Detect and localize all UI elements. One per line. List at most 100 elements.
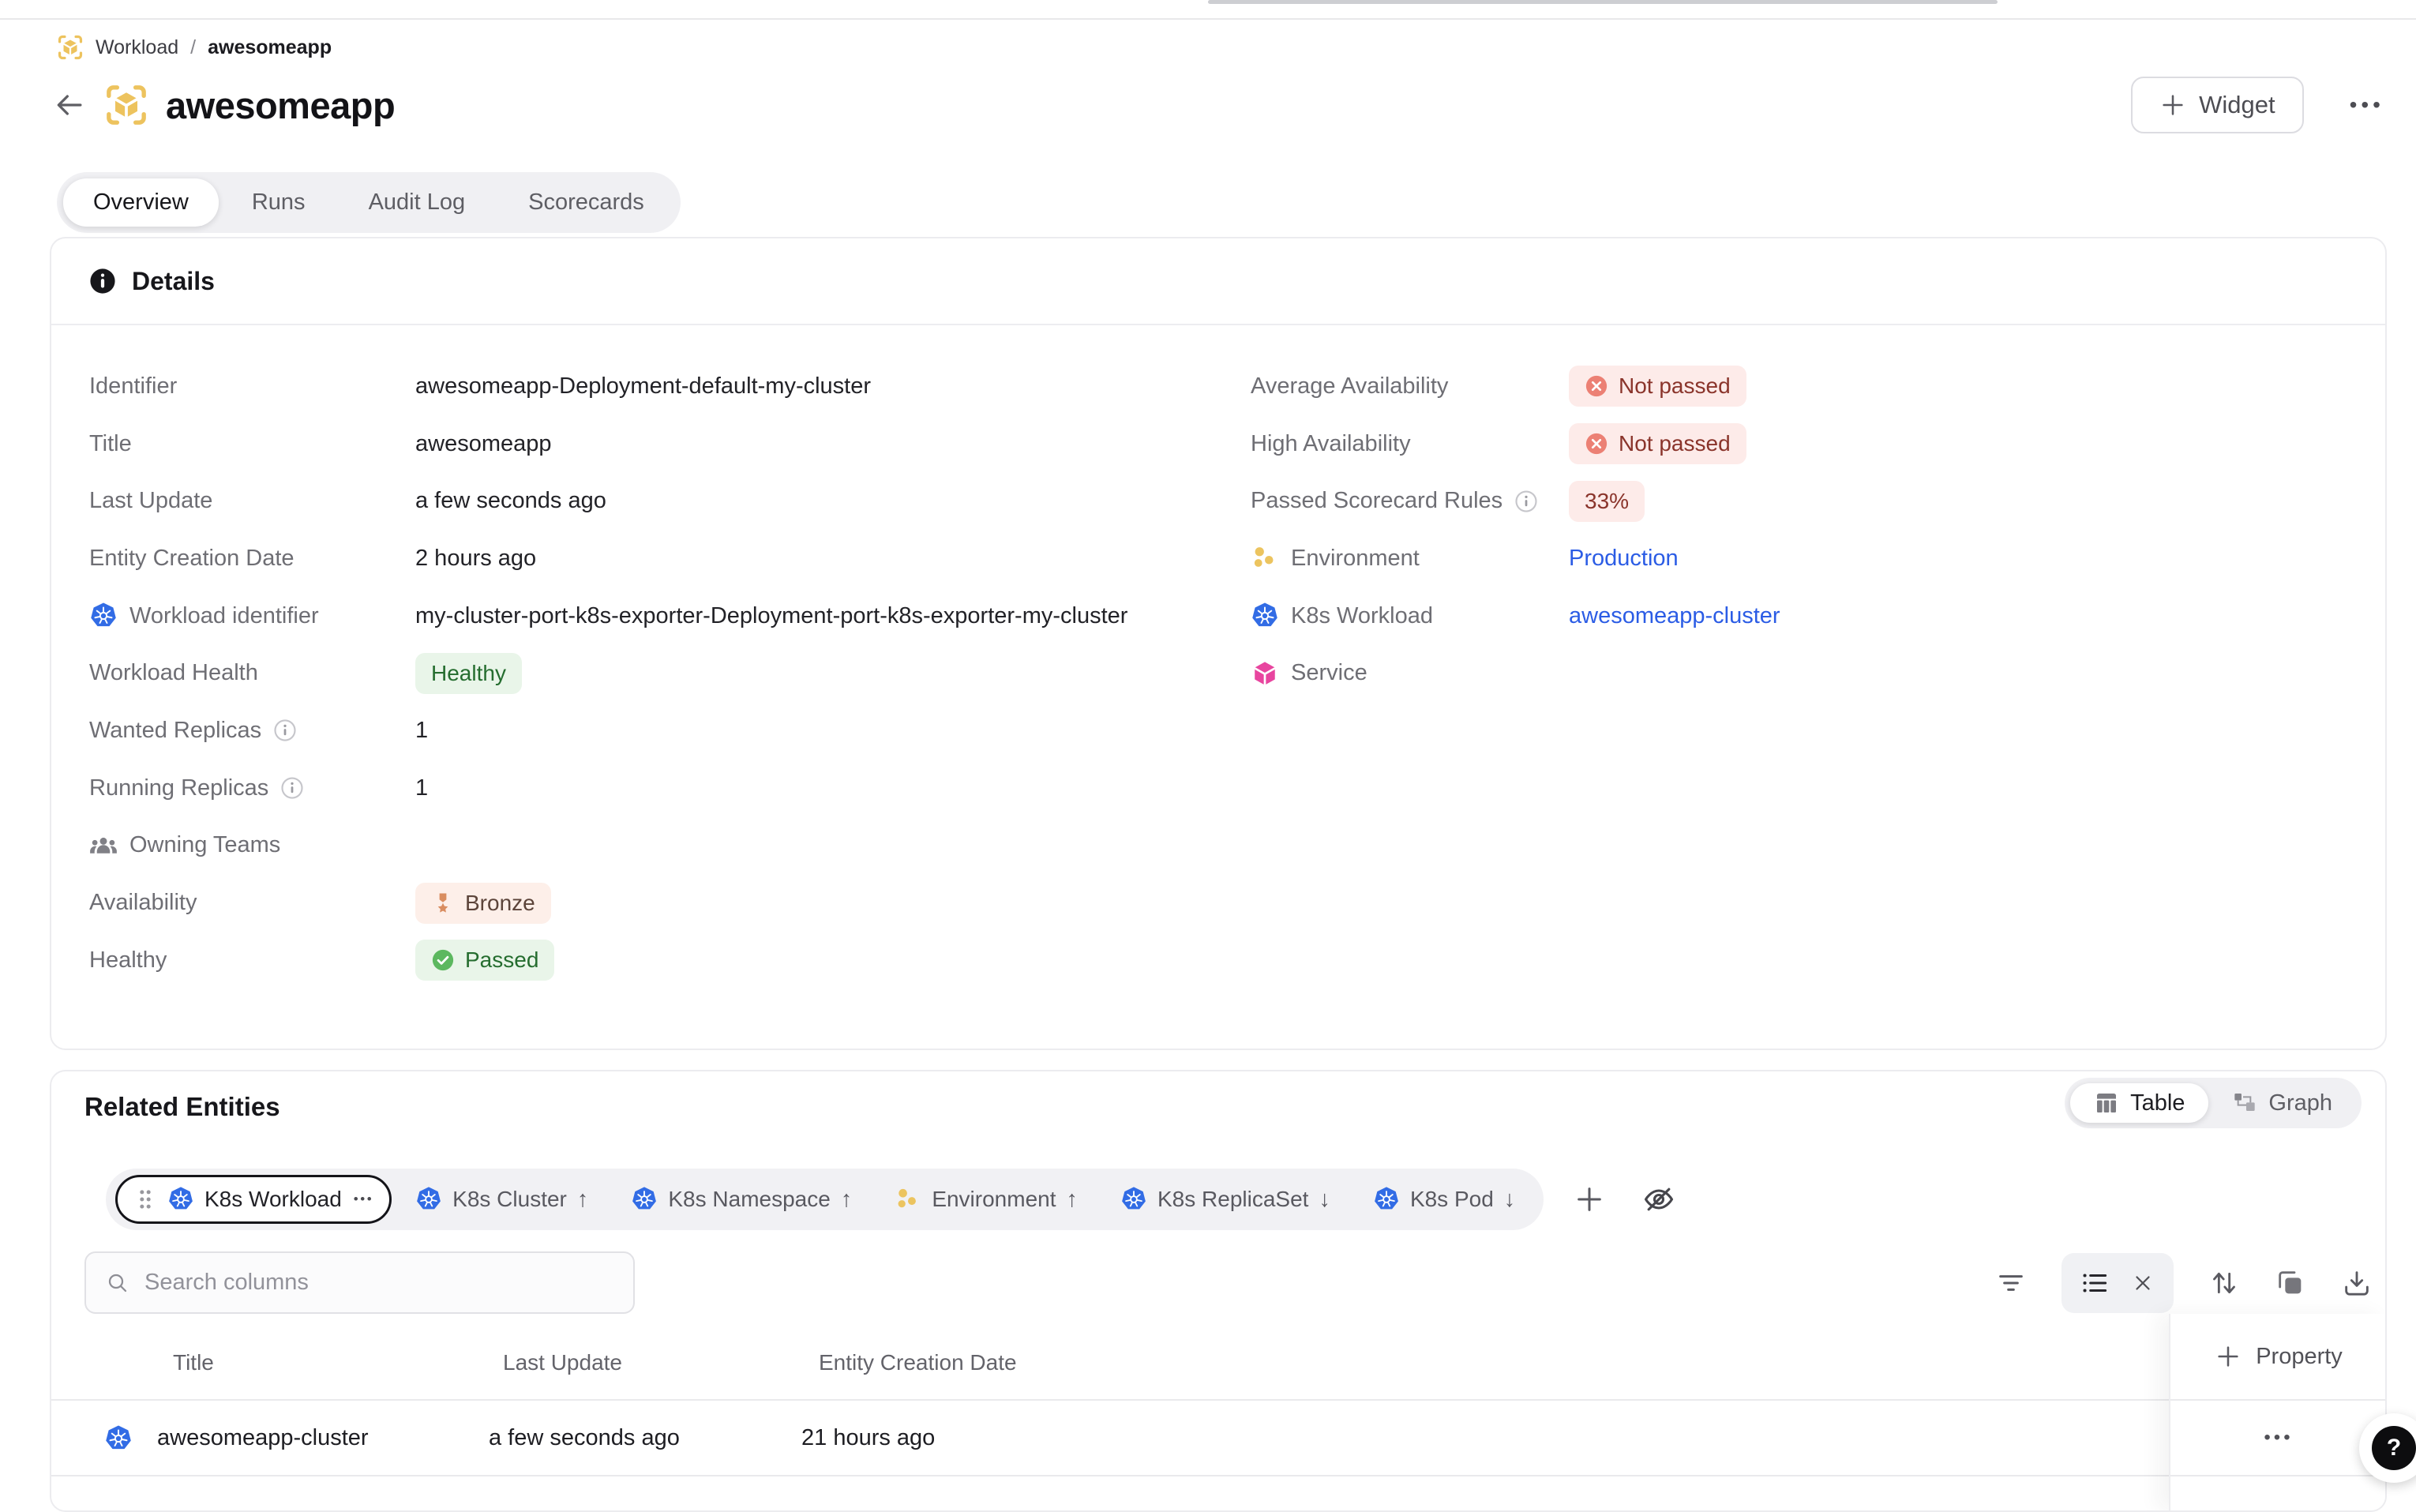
relation-chip-k8s-workload[interactable]: K8s Workload••• — [115, 1175, 392, 1224]
field-value: awesomeapp-cluster — [1569, 603, 1780, 629]
entity-link[interactable]: Production — [1569, 546, 1679, 572]
tab-audit-log[interactable]: Audit Log — [339, 178, 496, 227]
field-label: Healthy — [89, 947, 415, 974]
field-value: a few seconds ago — [415, 488, 606, 514]
top-divider — [0, 18, 2416, 20]
eye-off-icon[interactable] — [1641, 1182, 1676, 1217]
field-label-text: K8s Workload — [1291, 603, 1433, 629]
sort-icon[interactable] — [2208, 1267, 2240, 1299]
details-left-column: Identifierawesomeapp-Deployment-default-… — [89, 358, 1218, 989]
table-body: awesomeapp-clustera few seconds ago21 ho… — [51, 1401, 2169, 1512]
field-value: awesomeapp-Deployment-default-my-cluster — [415, 373, 871, 400]
field-label-text: Workload Health — [89, 660, 258, 686]
add-property-button[interactable]: Property — [2170, 1314, 2387, 1401]
status-badge: Healthy — [415, 653, 522, 694]
column-header-last-update[interactable]: Last Update — [503, 1326, 622, 1399]
entity-link[interactable]: awesomeapp-cluster — [1569, 603, 1780, 629]
field-label: Environment — [1251, 544, 1569, 572]
detail-row-running-replicas: Running Replicas1 — [89, 760, 1218, 817]
field-value: 33% — [1569, 481, 1645, 522]
status-badge: 33% — [1569, 481, 1645, 522]
info-outline-icon[interactable] — [273, 718, 297, 742]
detail-row-healthy: Healthy Passed — [89, 932, 1218, 989]
field-label-text: Service — [1291, 660, 1367, 686]
field-value-text: 2 hours ago — [415, 546, 536, 572]
relation-chips-bar: K8s Workload•••K8s Cluster↑K8s Namespace… — [106, 1169, 1544, 1230]
add-relation-icon[interactable] — [1574, 1184, 1605, 1215]
toggle-label: Table — [2130, 1090, 2185, 1116]
detail-row-title: Titleawesomeapp — [89, 415, 1218, 473]
row-entity-creation-date: 21 hours ago — [801, 1401, 935, 1475]
table-side-panel: Property ••• — [2169, 1314, 2387, 1510]
details-section-title: Details — [132, 267, 215, 296]
row-title-link[interactable]: awesomeapp-cluster — [157, 1401, 369, 1475]
k8s-icon — [631, 1186, 658, 1213]
drag-handle-icon[interactable] — [133, 1187, 157, 1211]
detail-row-workload-identifier: Workload identifiermy-cluster-port-k8s-e… — [89, 587, 1218, 645]
list-view-icon[interactable] — [2080, 1268, 2110, 1298]
detail-row-workload-health: Workload Health Healthy — [89, 644, 1218, 702]
chip-label-text: Environment — [932, 1187, 1056, 1212]
chip-more-menu[interactable]: ••• — [354, 1191, 373, 1207]
relation-chip-k8s-pod[interactable]: K8s Pod↓ — [1354, 1175, 1534, 1224]
page-title: awesomeapp — [166, 84, 395, 127]
row-actions-button[interactable]: ••• — [2170, 1401, 2387, 1476]
tabs: OverviewRunsAudit LogScorecards — [57, 172, 681, 233]
download-icon[interactable] — [2341, 1267, 2373, 1299]
direction-down-icon: ↓ — [1504, 1187, 1516, 1213]
page-more-menu-button[interactable]: ••• — [2350, 92, 2384, 118]
back-button[interactable] — [49, 84, 92, 126]
group-by-pill — [2061, 1253, 2174, 1313]
status-badge: Passed — [415, 940, 554, 981]
close-icon[interactable] — [2131, 1271, 2155, 1295]
field-label-text: Healthy — [89, 947, 167, 974]
view-toggle-graph[interactable]: Graph — [2208, 1083, 2356, 1123]
detail-row-high-availability: High AvailabilityNot passed — [1251, 415, 2356, 473]
field-value: 1 — [415, 775, 428, 801]
field-label: Wanted Replicas — [89, 718, 415, 744]
detail-row-entity-creation-date: Entity Creation Date2 hours ago — [89, 530, 1218, 587]
tab-runs[interactable]: Runs — [222, 178, 336, 227]
add-widget-button[interactable]: Widget — [2131, 77, 2303, 133]
toggle-label: Graph — [2268, 1090, 2332, 1116]
column-header-title[interactable]: Title — [173, 1326, 214, 1399]
direction-up-icon: ↑ — [841, 1187, 853, 1213]
add-property-label: Property — [2256, 1344, 2343, 1370]
info-outline-icon[interactable] — [1514, 490, 1538, 513]
field-label: Title — [89, 431, 415, 457]
field-label-text: Owning Teams — [129, 832, 280, 858]
relation-chip-k8s-replicaset[interactable]: K8s ReplicaSet↓ — [1101, 1175, 1349, 1224]
field-value-text: a few seconds ago — [415, 488, 606, 514]
table-row[interactable]: awesomeapp-clustera few seconds ago21 ho… — [51, 1401, 2169, 1476]
field-label: Entity Creation Date — [89, 546, 415, 572]
relation-chip-k8s-namespace[interactable]: K8s Namespace↑ — [612, 1175, 871, 1224]
field-value: Production — [1569, 546, 1679, 572]
search-columns-input[interactable] — [144, 1270, 614, 1296]
breadcrumb-blueprint[interactable]: Workload — [96, 36, 178, 59]
chip-label-text: K8s ReplicaSet — [1157, 1187, 1308, 1212]
horizontal-scrollbar[interactable] — [1208, 0, 1998, 4]
tab-scorecards[interactable]: Scorecards — [498, 178, 674, 227]
column-header-entity-creation-date[interactable]: Entity Creation Date — [819, 1326, 1017, 1399]
info-outline-icon[interactable] — [280, 776, 304, 800]
medal-icon — [431, 891, 455, 915]
relation-chip-environment[interactable]: Environment↑ — [876, 1175, 1097, 1224]
field-label-text: Workload identifier — [129, 603, 319, 629]
detail-row-availability: AvailabilityBronze — [89, 874, 1218, 932]
tab-overview[interactable]: Overview — [63, 178, 219, 227]
badge-text: Healthy — [431, 661, 506, 686]
relation-chip-k8s-cluster[interactable]: K8s Cluster↑ — [396, 1175, 607, 1224]
x-circle-icon — [1585, 374, 1608, 398]
field-label: Availability — [89, 890, 415, 916]
detail-row-owning-teams: Owning Teams — [89, 817, 1218, 875]
field-value: Bronze — [415, 883, 551, 924]
copy-icon[interactable] — [2275, 1267, 2306, 1299]
table-header: Title Last Update Entity Creation Date — [51, 1326, 2169, 1401]
k8s-icon — [1251, 602, 1279, 630]
field-value: Healthy — [415, 653, 522, 694]
filter-icon[interactable] — [1995, 1267, 2027, 1299]
breadcrumb-separator: / — [190, 36, 196, 59]
k8s-icon — [104, 1424, 133, 1453]
related-entities-title: Related Entities — [84, 1092, 280, 1122]
view-toggle-table[interactable]: Table — [2070, 1083, 2208, 1123]
